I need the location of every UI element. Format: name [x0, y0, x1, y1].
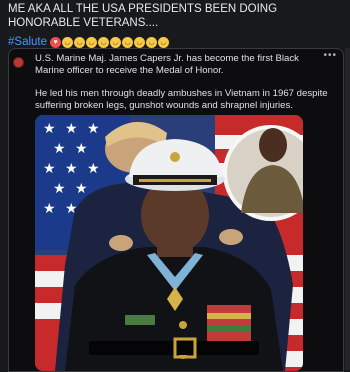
shared-paragraph-2: He led his men through deadly ambushes i… — [35, 88, 328, 111]
svg-text:★: ★ — [43, 200, 56, 216]
shared-post-card[interactable]: ••• U.S. Marine Maj. James Capers Jr. ha… — [8, 48, 344, 372]
svg-text:★: ★ — [43, 160, 56, 176]
slight-smile-emoji: ◡ — [134, 36, 146, 48]
svg-text:★: ★ — [53, 180, 66, 196]
svg-text:★: ★ — [53, 140, 66, 156]
slight-smile-emoji: ◡ — [122, 36, 134, 48]
slight-smile-emoji: ◡ — [62, 36, 74, 48]
svg-text:★: ★ — [43, 120, 56, 136]
page-scrollbar[interactable] — [345, 48, 350, 370]
svg-text:★: ★ — [75, 180, 88, 196]
svg-text:★: ★ — [87, 160, 100, 176]
svg-text:★: ★ — [87, 120, 100, 136]
shared-paragraph-1: U.S. Marine Maj. James Capers Jr. has be… — [35, 53, 299, 76]
shared-avatar[interactable] — [13, 57, 24, 68]
slight-smile-emoji: ◡ — [158, 36, 170, 48]
slight-smile-emoji: ◡ — [110, 36, 122, 48]
post-title: ME AKA ALL THE USA PRESIDENTS BEEN DOING… — [8, 3, 278, 29]
post-header: ME AKA ALL THE USA PRESIDENTS BEEN DOING… — [8, 2, 342, 50]
heart-eyes-emoji: ♥ — [50, 36, 62, 48]
slight-smile-emoji: ◡ — [86, 36, 98, 48]
slight-smile-emoji: ◡ — [74, 36, 86, 48]
svg-text:★: ★ — [65, 120, 78, 136]
slight-smile-emoji: ◡ — [146, 36, 158, 48]
hashtag-link[interactable]: #Salute — [8, 36, 47, 48]
slight-smile-emoji: ◡ — [98, 36, 110, 48]
post-photo[interactable]: ★ ★ ★ ★ ★ ★ ★ ★ ★ ★ ★ ★ — [35, 115, 303, 371]
svg-text:★: ★ — [65, 160, 78, 176]
medal-ceremony-photo: ★ ★ ★ ★ ★ ★ ★ ★ ★ ★ ★ ★ — [35, 115, 303, 371]
svg-text:★: ★ — [75, 140, 88, 156]
shared-post-text: U.S. Marine Maj. James Capers Jr. has be… — [35, 53, 329, 123]
